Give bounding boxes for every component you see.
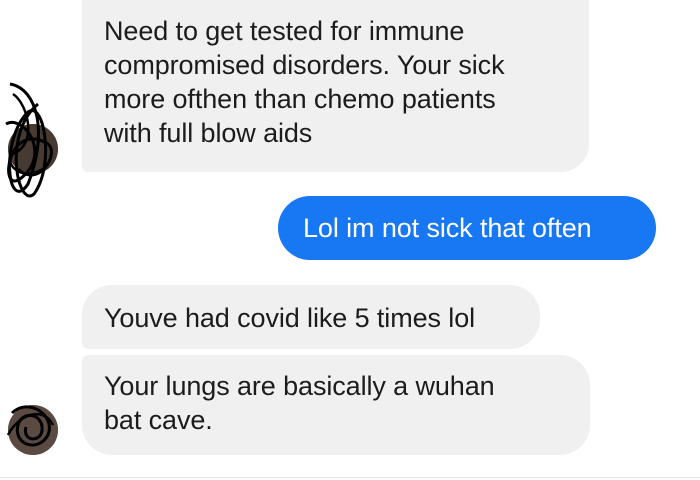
avatar-scribbled-out-icon <box>5 82 58 198</box>
avatar-scribbled-out-icon <box>6 405 58 455</box>
message-text-line: bat cave. <box>104 405 213 435</box>
message-text-line: Lol im not sick that often <box>303 213 592 243</box>
outgoing-message-bubble[interactable]: Lol im not sick that often <box>278 196 656 260</box>
message-text-line: Youve had covid like 5 times lol <box>104 303 476 333</box>
divider <box>0 477 700 478</box>
contact-avatar[interactable] <box>5 82 58 198</box>
incoming-message-bubble[interactable]: Your lungs are basically a wuhan bat cav… <box>82 355 590 455</box>
message-text-line: compromised disorders. Your sick <box>104 50 505 80</box>
incoming-message-bubble[interactable]: Need to get tested for immune compromise… <box>82 0 589 172</box>
message-text-line: with full blow aids <box>104 118 313 148</box>
message-text-line: more ofthen than chemo patients <box>104 84 496 114</box>
contact-avatar[interactable] <box>6 405 58 455</box>
message-text-line: Your lungs are basically a wuhan <box>104 371 495 401</box>
incoming-message-bubble[interactable]: Youve had covid like 5 times lol <box>82 285 540 349</box>
message-text-line: Need to get tested for immune <box>104 16 465 46</box>
